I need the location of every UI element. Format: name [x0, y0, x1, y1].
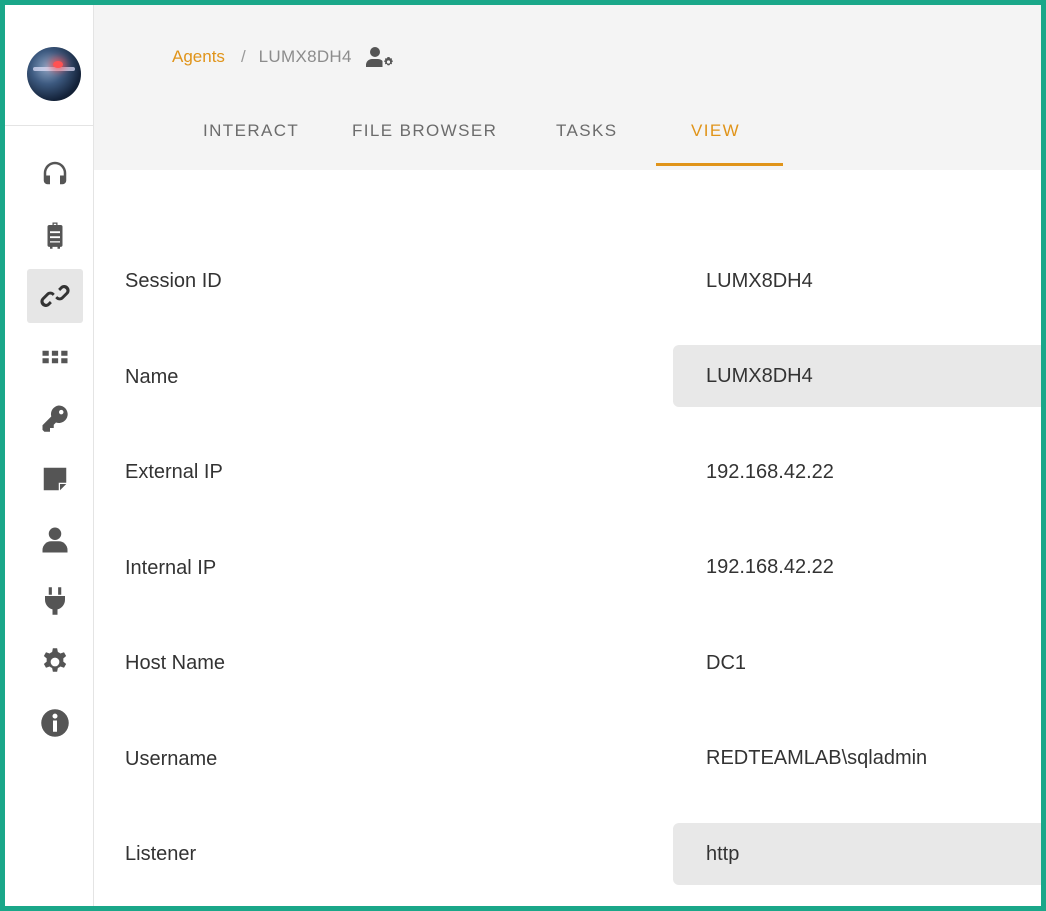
user-gear-icon — [365, 46, 396, 68]
username-label: Username — [125, 748, 218, 770]
sidebar-item-agents[interactable] — [27, 269, 83, 323]
tab-tasks[interactable]: TASKS — [556, 121, 617, 153]
host-name-value: DC1 — [706, 652, 747, 674]
sidebar-item-modules[interactable] — [27, 330, 83, 384]
gear-icon — [43, 648, 67, 672]
host-name-label: Host Name — [125, 652, 226, 674]
breadcrumb-agents-link[interactable]: Agents — [172, 47, 225, 67]
tab-interact[interactable]: INTERACT — [203, 121, 299, 153]
key-icon — [42, 405, 68, 432]
sidebar-item-users[interactable] — [27, 513, 83, 567]
active-tab-indicator — [656, 163, 783, 166]
session-id-label: Session ID — [125, 270, 222, 292]
sidebar-item-listeners[interactable] — [27, 146, 83, 200]
header: Agents / LUMX8DH4 INTERACT FILE BROWSER … — [94, 5, 1041, 170]
breadcrumb: Agents / LUMX8DH4 — [172, 43, 396, 71]
name-label: Name — [125, 366, 179, 388]
listener-field[interactable]: http — [673, 823, 1041, 885]
username-value: REDTEAMLAB\sqladmin — [706, 747, 928, 769]
user-icon — [42, 527, 68, 553]
name-field[interactable]: LUMX8DH4 — [673, 345, 1041, 407]
sidebar-item-settings[interactable] — [27, 635, 83, 689]
breadcrumb-separator: / — [240, 47, 246, 66]
sidebar-item-reporting[interactable] — [27, 452, 83, 506]
headphones-icon — [43, 161, 67, 185]
session-id-value: LUMX8DH4 — [706, 270, 813, 292]
external-ip-label: External IP — [125, 461, 223, 483]
external-ip-value: 192.168.42.22 — [706, 461, 834, 483]
logo-area — [5, 5, 94, 126]
link-icon — [40, 285, 70, 307]
planet-logo[interactable] — [27, 47, 81, 101]
plug-icon — [45, 587, 65, 615]
breadcrumb-current: LUMX8DH4 — [258, 47, 352, 66]
sidebar-item-plugins[interactable] — [27, 574, 83, 628]
info-icon — [41, 709, 69, 737]
listener-label: Listener — [125, 843, 197, 865]
sidebar-item-about[interactable] — [27, 696, 83, 750]
sidebar-item-stagers[interactable] — [27, 208, 83, 262]
sidebar — [5, 5, 94, 906]
tab-file-browser[interactable]: FILE BROWSER — [352, 121, 497, 153]
sticky-note-icon — [43, 467, 67, 491]
internal-ip-label: Internal IP — [125, 557, 217, 579]
grid-icon — [42, 350, 68, 364]
app-window: Agents / LUMX8DH4 INTERACT FILE BROWSER … — [0, 0, 1046, 911]
tab-view[interactable]: VIEW — [691, 121, 740, 153]
suitcase-icon — [47, 222, 63, 249]
sidebar-item-credentials[interactable] — [27, 391, 83, 445]
internal-ip-value: 192.168.42.22 — [706, 556, 834, 578]
